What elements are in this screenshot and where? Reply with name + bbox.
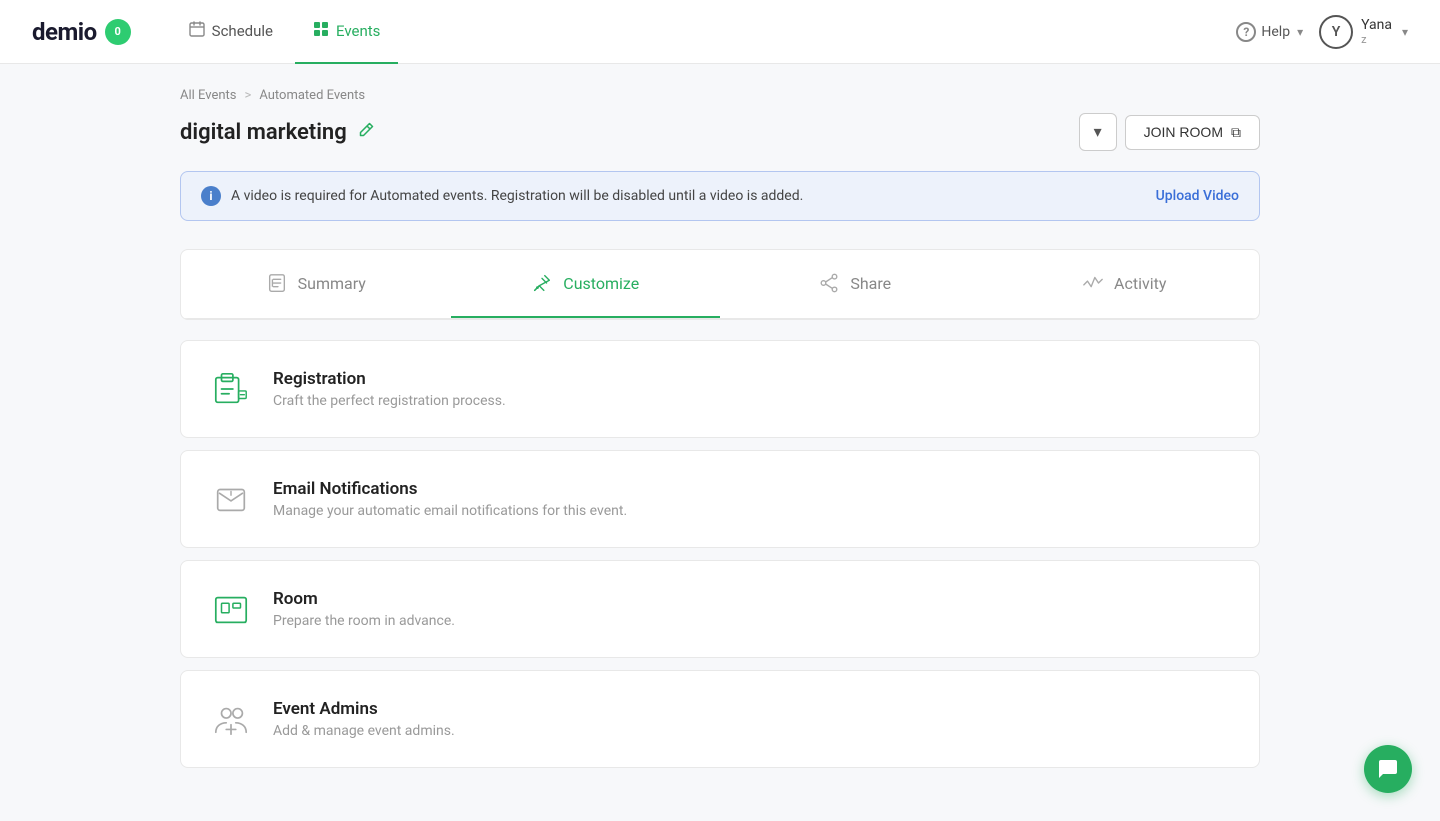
user-info: Yana z [1361,17,1392,46]
event-admins-title: Event Admins [273,699,1229,719]
event-admins-info: Event Admins Add & manage event admins. [273,699,1229,739]
navbar: demio 0 Schedule [0,0,1440,64]
room-title: Room [273,589,1229,609]
room-desc: Prepare the room in advance. [273,613,1229,629]
event-admins-icon [211,699,251,739]
nav-events[interactable]: Events [295,0,398,64]
logo-badge: 0 [105,19,131,45]
summary-icon [266,272,288,294]
chat-icon [1376,757,1400,781]
join-room-button[interactable]: JOIN ROOM ⧉ [1125,115,1260,150]
tab-share[interactable]: Share [720,250,990,318]
registration-title: Registration [273,369,1229,389]
share-icon [818,272,840,294]
activity-icon [1082,272,1104,294]
events-label: Events [336,22,380,40]
help-button[interactable]: ? Help ▾ [1236,22,1303,42]
registration-icon [211,369,251,409]
customize-icon [531,272,553,294]
page-title-row: digital marketing [180,120,375,145]
nav-links: Schedule Events [171,0,399,64]
tab-summary-label: Summary [298,274,366,293]
help-label: Help [1261,24,1290,40]
logo[interactable]: demio 0 [32,18,131,46]
page-title: digital marketing [180,120,347,145]
user-sub: z [1361,33,1392,46]
alert-content: i A video is required for Automated even… [201,186,803,206]
logo-text: demio [32,18,97,46]
room-card[interactable]: Room Prepare the room in advance. [180,560,1260,658]
tabs: Summary Customize [181,250,1259,319]
room-icon [211,589,251,629]
registration-info: Registration Craft the perfect registrat… [273,369,1229,409]
user-chevron: ▾ [1402,25,1408,39]
upload-video-link[interactable]: Upload Video [1156,188,1239,204]
avatar: Y [1319,15,1353,49]
events-icon [313,21,329,41]
tab-activity[interactable]: Activity [990,250,1260,318]
alert-text: A video is required for Automated events… [231,188,803,204]
tabs-container: Summary Customize [180,249,1260,320]
dropdown-toggle-button[interactable]: ▾ [1079,113,1117,151]
nav-schedule[interactable]: Schedule [171,0,291,64]
join-room-icon: ⧉ [1231,124,1241,141]
tab-summary[interactable]: Summary [181,250,451,318]
event-admins-desc: Add & manage event admins. [273,723,1229,739]
event-admins-card[interactable]: Event Admins Add & manage event admins. [180,670,1260,768]
help-chevron: ▾ [1297,25,1303,39]
page-content: All Events > Automated Events digital ma… [140,64,1300,808]
chat-widget[interactable] [1364,745,1412,793]
content-cards: Registration Craft the perfect registrat… [180,340,1260,768]
page-header: digital marketing ▾ JOIN ROOM ⧉ [180,113,1260,151]
breadcrumb-current: Automated Events [259,88,365,103]
alert-info-icon: i [201,186,221,206]
edit-icon[interactable] [357,121,375,143]
breadcrumb-all-events[interactable]: All Events [180,88,237,103]
email-notifications-title: Email Notifications [273,479,1229,499]
tab-activity-label: Activity [1114,274,1166,293]
tab-share-label: Share [850,274,891,293]
tab-customize-label: Customize [563,274,639,293]
email-notifications-info: Email Notifications Manage your automati… [273,479,1229,519]
breadcrumb: All Events > Automated Events [180,88,1260,103]
email-notifications-card[interactable]: Email Notifications Manage your automati… [180,450,1260,548]
header-actions: ▾ JOIN ROOM ⧉ [1079,113,1260,151]
registration-card[interactable]: Registration Craft the perfect registrat… [180,340,1260,438]
help-icon: ? [1236,22,1256,42]
user-name: Yana [1361,17,1392,33]
join-room-label: JOIN ROOM [1144,124,1223,140]
alert-banner: i A video is required for Automated even… [180,171,1260,221]
breadcrumb-separator: > [245,88,252,103]
user-menu[interactable]: Y Yana z ▾ [1319,15,1408,49]
email-notifications-desc: Manage your automatic email notification… [273,503,1229,519]
schedule-icon [189,21,205,41]
tab-customize[interactable]: Customize [451,250,721,318]
nav-right: ? Help ▾ Y Yana z ▾ [1236,15,1408,49]
room-info: Room Prepare the room in advance. [273,589,1229,629]
schedule-label: Schedule [212,22,273,40]
email-notifications-icon [211,479,251,519]
registration-desc: Craft the perfect registration process. [273,393,1229,409]
